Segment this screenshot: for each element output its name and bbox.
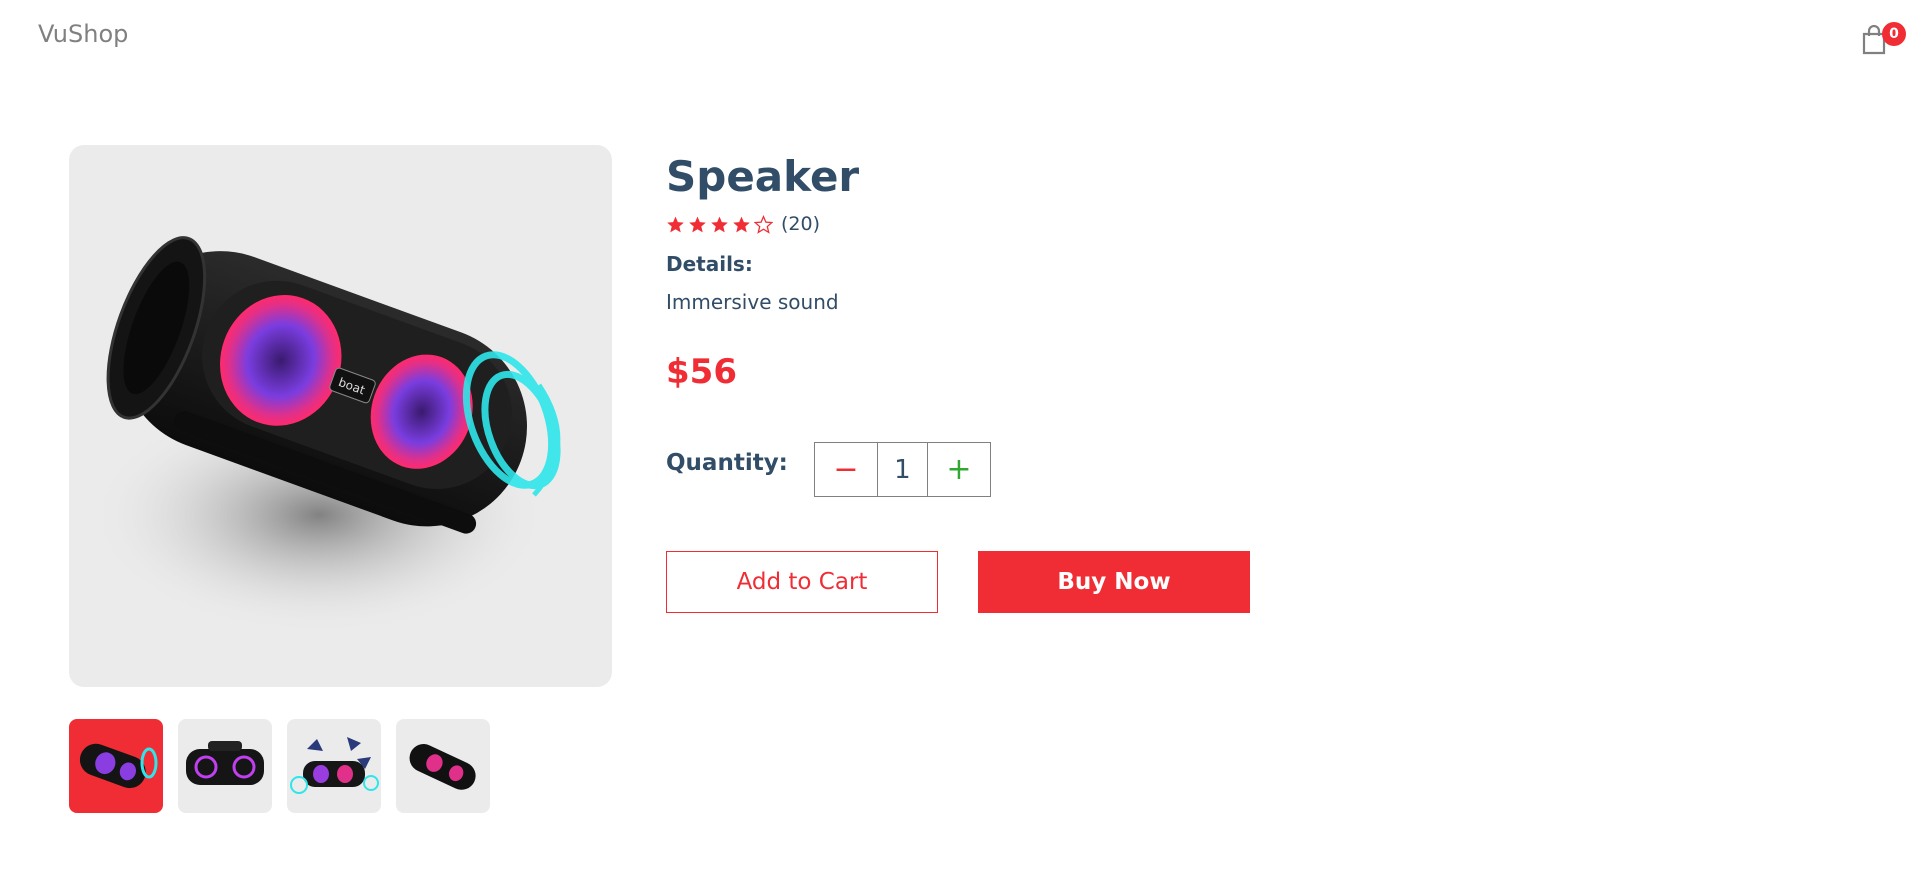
- star-filled-icon: [733, 216, 750, 232]
- star-filled-icon: [667, 216, 684, 232]
- quantity-label: Quantity:: [666, 450, 788, 476]
- thumbnail-1[interactable]: [69, 719, 163, 813]
- speaker-thumb-icon: [79, 743, 158, 789]
- navbar: VuShop 0: [0, 0, 1920, 74]
- thumbnail-2[interactable]: [178, 719, 272, 813]
- cart-button[interactable]: 0: [1856, 22, 1906, 62]
- quantity-value: 1: [894, 454, 911, 485]
- details-label: Details:: [666, 252, 753, 276]
- star-filled-icon: [689, 216, 706, 232]
- speaker-angled-thumb-icon: [409, 744, 476, 790]
- quantity-row: Quantity: − 1 +: [666, 442, 991, 497]
- thumbnail-4[interactable]: [396, 719, 490, 813]
- product-title: Speaker: [666, 152, 860, 201]
- add-to-cart-button[interactable]: Add to Cart: [666, 551, 938, 613]
- cart-count-badge: 0: [1882, 22, 1906, 46]
- product-rating: (20): [666, 210, 1366, 238]
- speaker-image: boat: [89, 236, 561, 635]
- product-main-image[interactable]: boat: [69, 145, 612, 687]
- review-count: (20): [781, 213, 821, 235]
- decrease-quantity-button[interactable]: −: [815, 443, 878, 496]
- star-filled-icon: [711, 216, 728, 232]
- rating-stars: [666, 214, 773, 234]
- boombox-thumb-icon: [186, 741, 264, 785]
- thumbnail-3[interactable]: [287, 719, 381, 813]
- buy-now-button[interactable]: Buy Now: [978, 551, 1250, 613]
- details-text: Immersive sound: [666, 290, 839, 314]
- thumbnail-strip: [69, 719, 490, 813]
- product-details: Speaker (20) Details: Immersive sound $5…: [666, 150, 1366, 392]
- logo[interactable]: VuShop: [38, 20, 128, 48]
- quantity-stepper: − 1 +: [813, 442, 991, 497]
- star-outline-icon: [754, 214, 773, 234]
- speaker-party-thumb-icon: [290, 737, 379, 794]
- product-price: $56: [666, 352, 737, 392]
- action-buttons: Add to Cart Buy Now: [666, 551, 1250, 613]
- increase-quantity-button[interactable]: +: [926, 443, 990, 496]
